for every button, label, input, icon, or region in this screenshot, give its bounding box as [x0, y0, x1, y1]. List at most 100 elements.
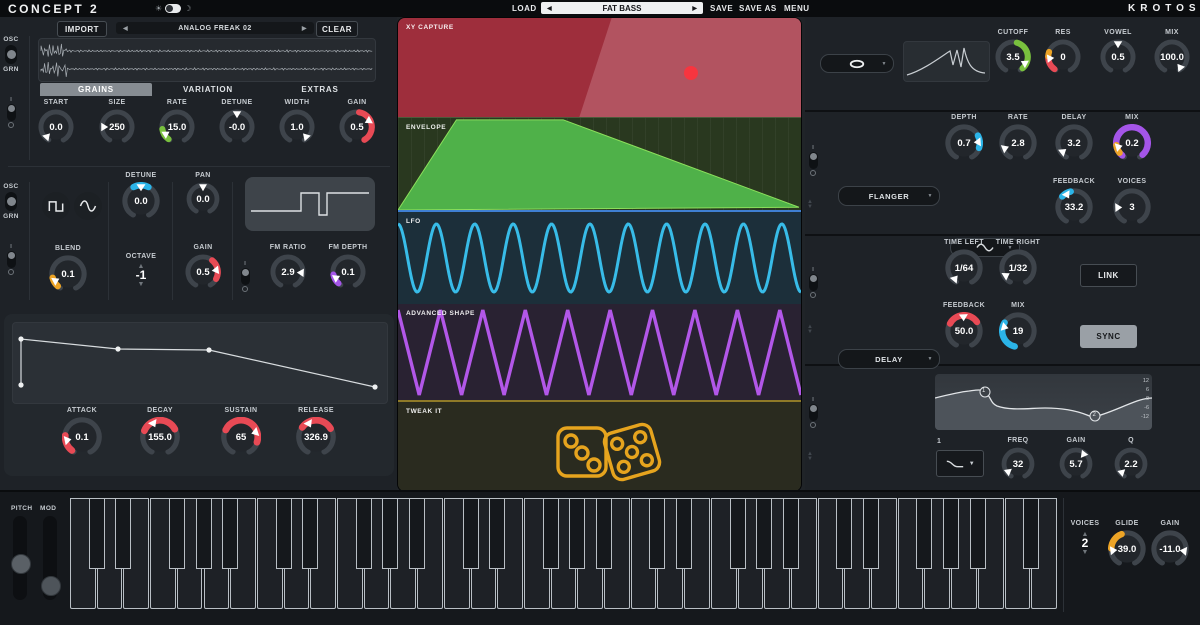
sustain-knob[interactable]: 65 — [221, 417, 261, 457]
black-key[interactable] — [836, 498, 853, 569]
eq-point-2[interactable]: 2 — [1093, 412, 1096, 418]
menu-button[interactable]: MENU — [784, 4, 810, 13]
eq-display[interactable]: 1 2 12 6 0 -6 -12 — [935, 374, 1152, 430]
tab-extras[interactable]: EXTRAS — [264, 83, 376, 96]
flanger-feedback-knob[interactable]: 33.2 — [1055, 188, 1093, 226]
glide-knob[interactable]: 39.0 — [1108, 530, 1146, 568]
black-key[interactable] — [355, 498, 372, 569]
black-key[interactable] — [782, 498, 799, 569]
black-key[interactable] — [863, 498, 880, 569]
eq-band-type-dropdown[interactable]: ▼ — [936, 450, 984, 477]
keyboard[interactable] — [70, 498, 1058, 612]
sample-selector[interactable]: ◀ ANALOG FREAK 02 ▶ — [116, 22, 314, 34]
black-key[interactable] — [916, 498, 933, 569]
black-key[interactable] — [969, 498, 986, 569]
sine-wave-button[interactable] — [74, 192, 102, 220]
cutoff-knob[interactable]: 3.5 — [995, 39, 1031, 75]
fm-depth-knob[interactable]: 0.1 — [330, 254, 366, 290]
power-switch[interactable] — [6, 251, 16, 268]
black-key[interactable] — [649, 498, 666, 569]
black-key[interactable] — [489, 498, 506, 569]
blend-knob[interactable]: 0.1 — [49, 255, 87, 293]
clear-button[interactable]: CLEAR — [316, 21, 358, 37]
black-key[interactable] — [542, 498, 559, 569]
link-button[interactable]: LINK — [1080, 264, 1137, 287]
dice-icon[interactable] — [542, 416, 666, 486]
eq-point-1[interactable]: 1 — [982, 388, 985, 394]
delay-expand-icon[interactable]: ▲ ▼ — [807, 324, 813, 335]
eq-power-toggle[interactable]: I — [808, 397, 818, 428]
flanger-mix-knob[interactable]: 0.2 — [1113, 124, 1151, 162]
xy-cursor[interactable] — [684, 65, 699, 80]
flanger-rate-knob[interactable]: 2.8 — [999, 124, 1037, 162]
power-switch[interactable] — [240, 268, 250, 285]
lfo-editor[interactable]: LFO — [398, 210, 801, 306]
black-key[interactable] — [596, 498, 613, 569]
time-right-knob[interactable]: 1/32 — [999, 249, 1037, 287]
size-knob[interactable]: 250 — [99, 109, 135, 145]
preset-selector[interactable]: ◀ FAT BASS ▶ — [541, 2, 703, 14]
black-key[interactable] — [115, 498, 132, 569]
preset-next-icon[interactable]: ▶ — [692, 5, 697, 12]
load-button[interactable]: LOAD — [512, 4, 537, 13]
res-knob[interactable]: 0 — [1045, 39, 1081, 75]
osc-grn-toggle-1[interactable]: OSC GRN — [2, 36, 20, 73]
fm-power-toggle[interactable]: I — [240, 261, 250, 292]
power-switch[interactable] — [808, 404, 818, 421]
flanger-depth-knob[interactable]: 0.7 — [945, 124, 983, 162]
preset-prev-icon[interactable]: ◀ — [547, 5, 552, 12]
mod-wheel[interactable] — [41, 516, 61, 600]
tab-variation[interactable]: VARIATION — [152, 83, 264, 96]
eq-gain-knob[interactable]: 5.7 — [1059, 447, 1093, 481]
start-knob[interactable]: 0.0 — [38, 109, 74, 145]
black-key[interactable] — [382, 498, 399, 569]
sample-waveform-display[interactable] — [38, 38, 376, 82]
black-key[interactable] — [729, 498, 746, 569]
sample-prev-icon[interactable]: ◀ — [123, 25, 128, 32]
black-key[interactable] — [409, 498, 426, 569]
octave-stepper[interactable]: ▲ -1 ▼ — [136, 262, 147, 289]
flanger-delay-knob[interactable]: 3.2 — [1055, 124, 1093, 162]
square-wave-button[interactable] — [42, 192, 70, 220]
delay-feedback-knob[interactable]: 50.0 — [945, 312, 983, 350]
envelope-editor[interactable]: ENVELOPE — [398, 117, 801, 211]
osc-grn-toggle-2[interactable]: OSC GRN — [2, 183, 20, 220]
power-switch[interactable] — [808, 152, 818, 169]
attack-knob[interactable]: 0.1 — [62, 417, 102, 457]
fx2-type-dropdown[interactable]: DELAY ▼ — [838, 349, 940, 369]
voices-down-icon[interactable]: ▼ — [1082, 548, 1089, 557]
xy-capture-pad[interactable]: XY CAPTURE — [398, 18, 801, 117]
black-key[interactable] — [275, 498, 292, 569]
grain-gain-knob[interactable]: 0.5 — [339, 109, 375, 145]
master-gain-knob[interactable]: -11.0 — [1151, 530, 1189, 568]
black-key[interactable] — [222, 498, 239, 569]
eq-expand-icon[interactable]: ▲ ▼ — [807, 451, 813, 462]
black-key[interactable] — [302, 498, 319, 569]
eq-freq-knob[interactable]: 32 — [1001, 447, 1035, 481]
rate-knob[interactable]: 15.0 — [159, 109, 195, 145]
black-key[interactable] — [676, 498, 693, 569]
osc2-detune-knob[interactable]: 0.0 — [122, 182, 160, 220]
adsr-graph[interactable] — [12, 322, 388, 404]
osc-grn-switch[interactable] — [5, 192, 17, 211]
sample-next-icon[interactable]: ▶ — [302, 25, 307, 32]
eq-q-knob[interactable]: 2.2 — [1114, 447, 1148, 481]
filter-mix-knob[interactable]: 100.0 — [1154, 39, 1190, 75]
time-left-knob[interactable]: 1/64 — [945, 249, 983, 287]
black-key[interactable] — [569, 498, 586, 569]
flanger-expand-icon[interactable]: ▲ ▼ — [807, 199, 813, 210]
sync-button[interactable]: SYNC — [1080, 325, 1137, 348]
osc2-power-toggle[interactable]: I — [6, 244, 16, 275]
vowel-knob[interactable]: 0.5 — [1100, 39, 1136, 75]
width-knob[interactable]: 1.0 — [279, 109, 315, 145]
release-knob[interactable]: 326.9 — [296, 417, 336, 457]
black-key[interactable] — [462, 498, 479, 569]
black-key[interactable] — [88, 498, 105, 569]
flanger-voices-knob[interactable]: 3 — [1113, 188, 1151, 226]
save-button[interactable]: SAVE — [710, 4, 733, 13]
advanced-shape-editor[interactable]: ADVANCED SHAPE — [398, 304, 801, 400]
filter-type-dropdown[interactable]: ▼ — [820, 54, 894, 73]
tweak-it-randomizer[interactable]: TWEAK IT — [398, 400, 801, 491]
delay-power-toggle[interactable]: I — [808, 267, 818, 298]
detune-knob[interactable]: -0.0 — [219, 109, 255, 145]
